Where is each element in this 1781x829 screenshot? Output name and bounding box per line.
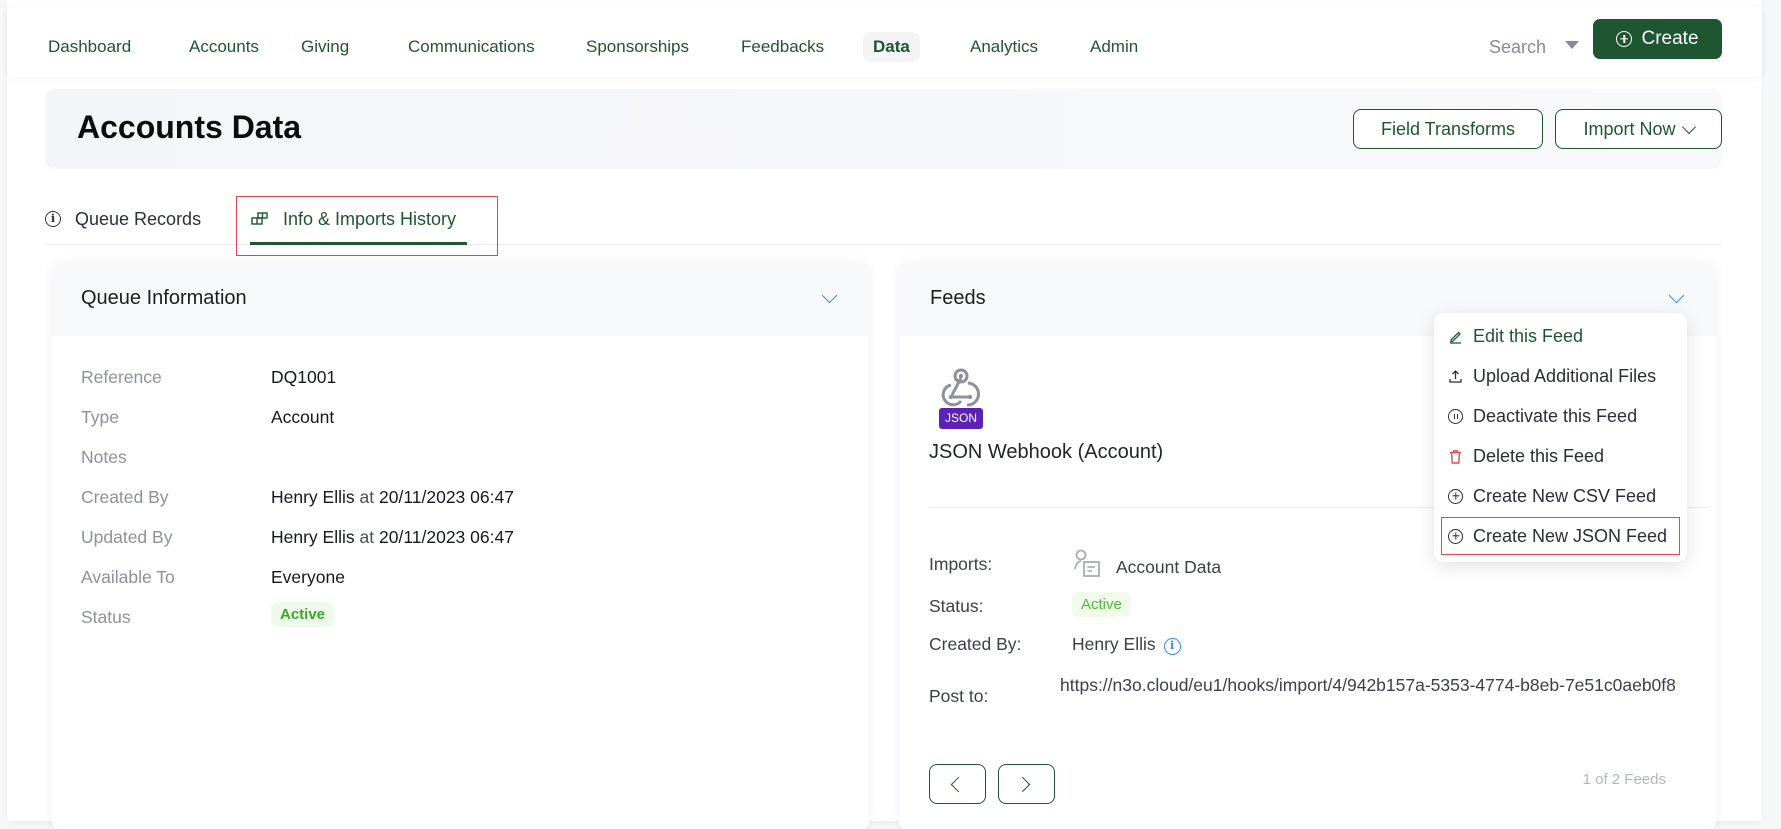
feed-status-badge: Active — [1072, 592, 1131, 617]
created-by-datetime: 20/11/2023 06:47 — [379, 487, 514, 507]
nav-sponsorships[interactable]: Sponsorships — [576, 32, 699, 62]
menu-create-json-feed[interactable]: Create New JSON Feed — [1448, 521, 1667, 551]
plus-circle-icon — [1448, 528, 1463, 544]
feeds-title: Feeds — [930, 287, 986, 309]
post-to-url[interactable]: https://n3o.cloud/eu1/hooks/import/4/942… — [1060, 671, 1680, 699]
tab-info-imports-history[interactable]: Info & Imports History — [251, 204, 456, 234]
info-icon[interactable]: i — [1163, 638, 1181, 655]
imports-value-text: Account Data — [1116, 556, 1222, 577]
webhook-icon — [941, 368, 980, 407]
menu-upload-files[interactable]: Upload Additional Files — [1448, 361, 1656, 391]
created-by-label: Created By: — [929, 634, 1022, 654]
plus-circle-icon — [1616, 31, 1633, 47]
status-value: Active — [271, 602, 335, 627]
created-by-value: Henry Ellis at 20/11/2023 06:47 — [271, 487, 514, 508]
import-now-label: Import Now — [1583, 118, 1676, 139]
grid-icon — [251, 212, 268, 225]
nav-accounts[interactable]: Accounts — [179, 32, 269, 62]
created-by-label: Created By — [81, 487, 169, 507]
caret-down-icon[interactable] — [1565, 41, 1579, 49]
top-navigation: Dashboard Accounts Giving Communications… — [7, 7, 1762, 77]
trash-icon — [1450, 449, 1461, 464]
reference-label: Reference — [81, 367, 162, 387]
chevron-right-icon — [1014, 776, 1031, 793]
updated-by-label: Updated By — [81, 527, 173, 547]
type-value: Account — [271, 407, 335, 427]
status-label: Status — [81, 607, 131, 627]
feed-created-by-value: Henry Ellis i — [1072, 634, 1181, 655]
type-label: Type — [81, 407, 119, 427]
menu-upload-files-label: Upload Additional Files — [1473, 365, 1657, 386]
tab-queue-records-label: Queue Records — [75, 209, 202, 229]
menu-create-csv-feed[interactable]: Create New CSV Feed — [1448, 481, 1656, 511]
menu-deactivate-feed-label: Deactivate this Feed — [1473, 405, 1638, 426]
create-button-label: Create — [1641, 28, 1699, 49]
previous-feed-button[interactable] — [929, 764, 986, 804]
post-to-label: Post to: — [929, 686, 989, 706]
search-dropdown[interactable]: Search — [1489, 32, 1546, 62]
chevron-down-icon — [1681, 119, 1696, 134]
menu-create-csv-feed-label: Create New CSV Feed — [1473, 485, 1657, 506]
field-transforms-label: Field Transforms — [1380, 118, 1516, 139]
queue-information-header[interactable]: Queue Information — [52, 263, 869, 336]
nav-data[interactable]: Data — [863, 32, 920, 62]
create-button[interactable]: Create — [1593, 19, 1722, 59]
status-badge: Active — [271, 602, 335, 627]
pause-icon — [1448, 408, 1463, 424]
reference-value: DQ1001 — [271, 367, 337, 387]
nav-admin[interactable]: Admin — [1080, 32, 1148, 62]
chevron-down-icon[interactable] — [1668, 287, 1685, 304]
queue-information-card: Queue Information Reference DQ1001 Type … — [52, 263, 869, 829]
feed-status-value: Active — [1072, 592, 1131, 617]
json-badge: JSON — [939, 408, 983, 429]
queue-information-title: Queue Information — [81, 287, 247, 309]
field-transforms-button[interactable]: Field Transforms — [1353, 109, 1543, 149]
tab-queue-records[interactable]: i Queue Records — [45, 204, 201, 234]
upload-icon — [1449, 369, 1462, 383]
menu-edit-feed[interactable]: Edit this Feed — [1448, 321, 1583, 351]
feed-created-by-user: Henry Ellis — [1072, 634, 1156, 654]
chevron-left-icon — [950, 776, 967, 793]
imports-label: Imports: — [929, 554, 993, 574]
updated-by-connector: at — [359, 527, 375, 547]
chevron-down-icon[interactable] — [821, 287, 838, 304]
pencil-icon — [1450, 331, 1461, 344]
created-by-user: Henry Ellis — [271, 487, 355, 507]
nav-giving[interactable]: Giving — [291, 32, 359, 62]
notes-label: Notes — [81, 447, 127, 467]
nav-feedbacks[interactable]: Feedbacks — [731, 32, 834, 62]
next-feed-button[interactable] — [998, 764, 1055, 804]
feed-name: JSON Webhook (Account) — [929, 441, 1164, 463]
imports-value: Account Data — [1072, 549, 1221, 579]
updated-by-datetime: 20/11/2023 06:47 — [379, 527, 514, 547]
feeds-count: 1 of 2 Feeds — [1582, 771, 1666, 788]
tab-info-imports-history-label: Info & Imports History — [283, 209, 457, 229]
active-tab-indicator — [250, 242, 467, 245]
menu-deactivate-feed[interactable]: Deactivate this Feed — [1448, 401, 1637, 431]
plus-circle-icon — [1448, 488, 1463, 504]
created-by-connector: at — [359, 487, 375, 507]
page-header: Accounts Data Field Transforms Import No… — [45, 89, 1722, 169]
nav-analytics[interactable]: Analytics — [960, 32, 1048, 62]
menu-delete-feed-label: Delete this Feed — [1473, 445, 1605, 466]
menu-delete-feed[interactable]: Delete this Feed — [1448, 441, 1604, 471]
menu-create-json-feed-label: Create New JSON Feed — [1473, 525, 1668, 546]
available-to-value: Everyone — [271, 567, 345, 587]
nav-communications[interactable]: Communications — [398, 32, 545, 62]
account-data-icon — [1074, 549, 1100, 577]
updated-by-value: Henry Ellis at 20/11/2023 06:47 — [271, 527, 514, 548]
nav-dashboard[interactable]: Dashboard — [38, 32, 141, 62]
page-title: Accounts Data — [77, 109, 302, 145]
menu-edit-feed-label: Edit this Feed — [1473, 325, 1584, 346]
updated-by-user: Henry Ellis — [271, 527, 355, 547]
feed-actions-menu: Edit this Feed Upload Additional Files D… — [1434, 313, 1687, 562]
info-icon: i — [45, 211, 61, 227]
available-to-label: Available To — [81, 567, 175, 587]
import-now-button[interactable]: Import Now — [1555, 109, 1722, 149]
status-label: Status: — [929, 596, 984, 616]
